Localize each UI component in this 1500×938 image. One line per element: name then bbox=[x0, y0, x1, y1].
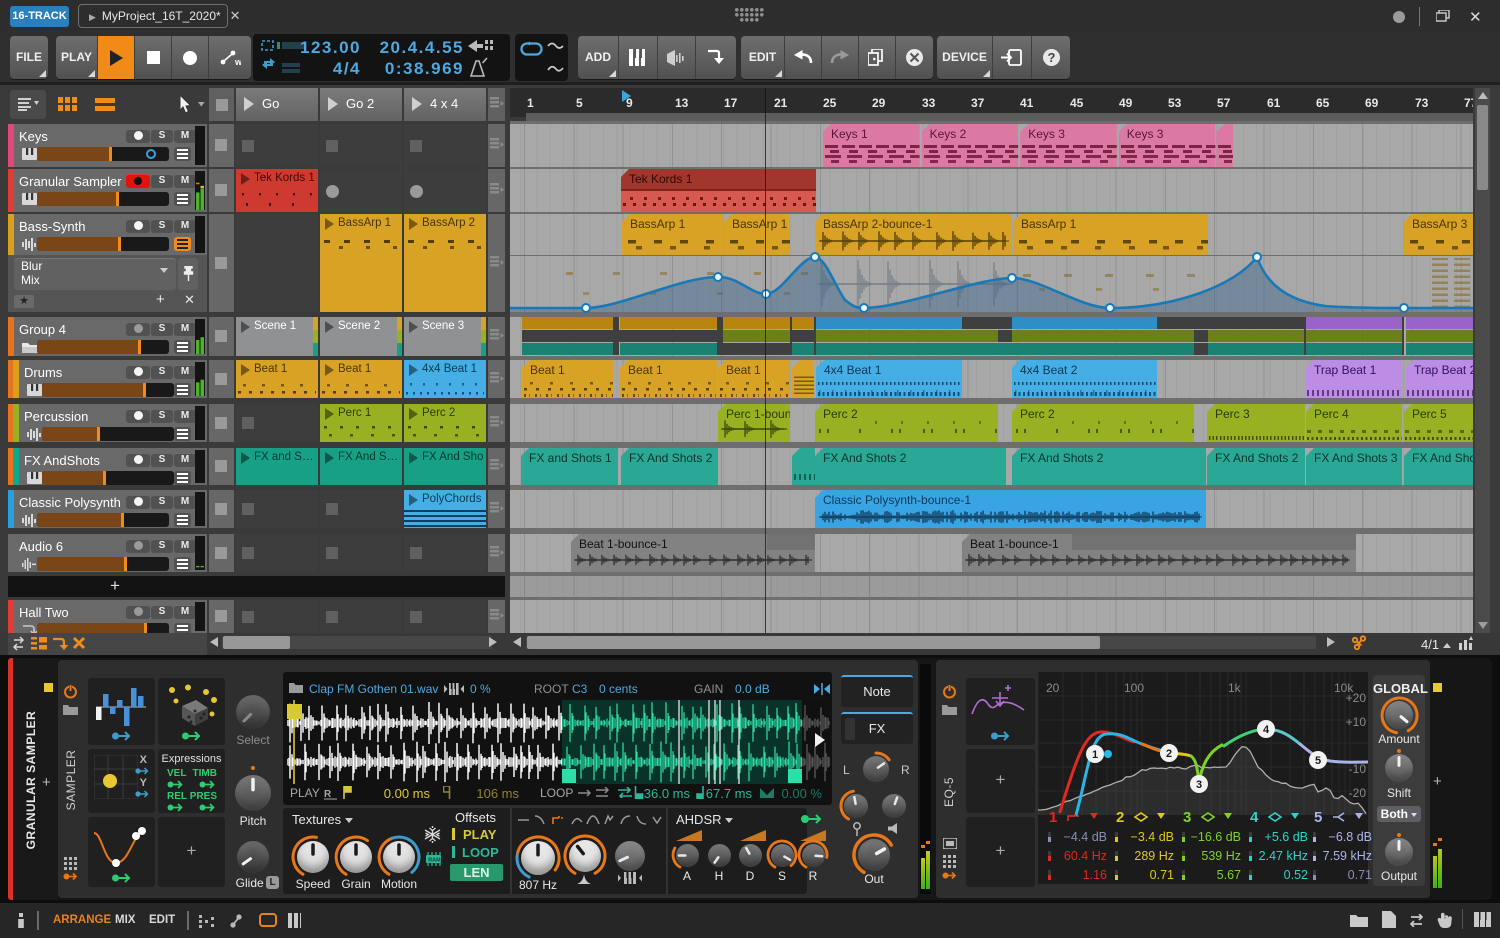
svg-text:2: 2 bbox=[1166, 748, 1172, 760]
svg-text:1k: 1k bbox=[1228, 681, 1242, 695]
svg-text:100: 100 bbox=[1124, 681, 1144, 695]
svg-text:+20: +20 bbox=[1346, 691, 1367, 705]
svg-text:RAM: RAM bbox=[428, 858, 441, 864]
svg-text:R: R bbox=[324, 789, 332, 800]
svg-text:4: 4 bbox=[1263, 724, 1270, 736]
svg-text:EQ-5: EQ-5 bbox=[942, 777, 956, 807]
svg-text:1: 1 bbox=[1092, 749, 1098, 761]
svg-text:20: 20 bbox=[1046, 681, 1060, 695]
svg-text:w: w bbox=[234, 57, 241, 67]
svg-text:GRANULAR SAMPLER: GRANULAR SAMPLER bbox=[24, 711, 38, 850]
svg-text:+10: +10 bbox=[1346, 715, 1367, 729]
svg-text:SAMPLER: SAMPLER bbox=[64, 750, 78, 811]
svg-text:3: 3 bbox=[1196, 779, 1202, 791]
svg-text:5: 5 bbox=[1315, 755, 1321, 767]
svg-text:?: ? bbox=[1047, 50, 1055, 65]
svg-text:-10: -10 bbox=[1349, 762, 1367, 776]
